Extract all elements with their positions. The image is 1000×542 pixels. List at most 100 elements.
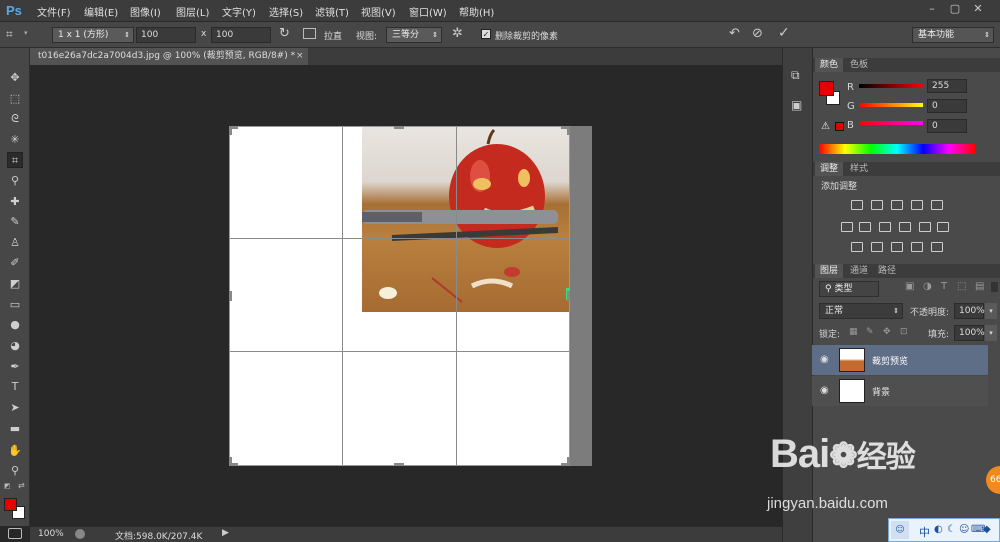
clear-rotate-icon[interactable]: ↻: [279, 26, 290, 41]
eyedropper-tool-icon[interactable]: ⚲: [7, 173, 23, 189]
layer-name[interactable]: 背景: [872, 385, 890, 398]
swap-colors-icon[interactable]: ⇄: [18, 481, 25, 490]
status-info-icon[interactable]: [75, 529, 85, 539]
crop-tool-icon[interactable]: ⌗: [6, 27, 13, 42]
maximize-button[interactable]: ▢: [947, 2, 963, 16]
zoom-level[interactable]: 100%: [38, 529, 64, 539]
lasso-tool-icon[interactable]: ᘓ: [7, 111, 23, 127]
delete-cropped-checkbox[interactable]: ✓: [481, 29, 491, 39]
tab-layers[interactable]: 图层: [815, 264, 844, 278]
marquee-tool-icon[interactable]: ⬚: [7, 91, 23, 107]
tool-preset-chevron-icon[interactable]: ▾: [24, 29, 28, 37]
blur-tool-icon[interactable]: ●: [7, 317, 23, 333]
ime-emoji-icon[interactable]: ☺: [959, 524, 969, 535]
tab-color[interactable]: 颜色: [815, 58, 844, 72]
channel-mixer-adjust-icon[interactable]: [919, 222, 931, 232]
straighten-icon[interactable]: [303, 28, 316, 39]
levels-adjust-icon[interactable]: [871, 200, 883, 210]
delete-cropped-label[interactable]: 删除裁剪的像素: [495, 29, 558, 42]
channel-g-slider[interactable]: [859, 103, 923, 107]
blend-mode-select[interactable]: 正常 ⇕: [819, 303, 903, 319]
vibrance-adjust-icon[interactable]: [931, 200, 943, 210]
lock-transparent-icon[interactable]: ▦: [849, 327, 858, 337]
reset-icon[interactable]: ↶: [729, 26, 740, 41]
menu-file[interactable]: 文件(F): [37, 4, 71, 19]
color-lookup-adjust-icon[interactable]: [937, 222, 949, 232]
menu-view[interactable]: 视图(V): [361, 4, 396, 19]
exposure-adjust-icon[interactable]: [911, 200, 923, 210]
layer-row-background[interactable]: ◉ 背景: [812, 376, 988, 406]
gradient-tool-icon[interactable]: ▭: [7, 297, 23, 313]
straighten-label[interactable]: 拉直: [324, 29, 342, 42]
width-field[interactable]: 100: [136, 27, 196, 43]
opacity-dropdown-icon[interactable]: ▾: [985, 303, 997, 319]
tab-styles[interactable]: 样式: [845, 162, 873, 176]
fill-field[interactable]: 100%: [954, 325, 985, 341]
black-white-adjust-icon[interactable]: [879, 222, 891, 232]
filter-toggle[interactable]: [991, 282, 998, 292]
cancel-crop-icon[interactable]: ⊘: [752, 26, 763, 41]
pen-tool-icon[interactable]: ✒: [7, 359, 23, 375]
tab-paths[interactable]: 路径: [873, 264, 901, 278]
layer-row-crop-preview[interactable]: ◉ 裁剪预览: [812, 345, 988, 375]
ratio-select[interactable]: 1 x 1 (方形) ⇕: [52, 27, 134, 43]
ime-mode[interactable]: 中: [919, 524, 930, 540]
posterize-adjust-icon[interactable]: [871, 242, 883, 252]
menu-filter[interactable]: 滤镜(T): [315, 4, 349, 19]
lock-position-icon[interactable]: ✥: [883, 327, 891, 337]
fill-dropdown-icon[interactable]: ▾: [985, 325, 997, 341]
default-colors-icon[interactable]: ◩: [4, 482, 11, 490]
curves-adjust-icon[interactable]: [891, 200, 903, 210]
layer-name[interactable]: 裁剪预览: [872, 354, 908, 367]
history-panel-icon[interactable]: ⧉: [791, 68, 800, 83]
gamut-warning-icon[interactable]: ⚠: [821, 121, 830, 132]
height-field[interactable]: 100: [211, 27, 271, 43]
channel-b-value[interactable]: 0: [927, 119, 967, 133]
ime-half-width-icon[interactable]: ◐: [934, 524, 943, 535]
menu-help[interactable]: 帮助(H): [459, 4, 494, 19]
menu-edit[interactable]: 编辑(E): [84, 4, 118, 19]
channel-r-slider[interactable]: [859, 84, 923, 88]
menu-layer[interactable]: 图层(L): [176, 4, 209, 19]
filter-smart-icon[interactable]: ▤: [975, 281, 984, 292]
eye-visibility-icon[interactable]: ◉: [820, 385, 829, 396]
threshold-adjust-icon[interactable]: [891, 242, 903, 252]
magic-wand-tool-icon[interactable]: ✳: [7, 132, 23, 148]
foreground-color-swatch[interactable]: [4, 498, 17, 511]
healing-brush-tool-icon[interactable]: ✚: [7, 194, 23, 210]
brush-tool-icon[interactable]: ✎: [7, 214, 23, 230]
brightness-adjust-icon[interactable]: [851, 200, 863, 210]
zoom-tool-icon[interactable]: ⚲: [7, 463, 23, 479]
opacity-field[interactable]: 100%: [954, 303, 985, 319]
ime-punct-icon[interactable]: ☾: [947, 524, 956, 535]
properties-panel-icon[interactable]: ▣: [791, 98, 802, 112]
ime-logo-icon[interactable]: ☺: [891, 521, 909, 539]
workspace-select[interactable]: 基本功能 ⇕: [912, 27, 994, 43]
gradient-map-adjust-icon[interactable]: [931, 242, 943, 252]
menu-window[interactable]: 窗口(W): [409, 4, 447, 19]
history-brush-tool-icon[interactable]: ✐: [7, 255, 23, 271]
hand-tool-icon[interactable]: ✋: [7, 443, 23, 459]
dodge-tool-icon[interactable]: ◕: [7, 338, 23, 354]
status-menu-arrow-icon[interactable]: ▶: [222, 528, 229, 538]
selective-color-adjust-icon[interactable]: [911, 242, 923, 252]
filter-shape-icon[interactable]: ⬚: [957, 281, 966, 292]
clone-stamp-tool-icon[interactable]: ♙: [7, 235, 23, 251]
layer-filter-select[interactable]: ⚲ 类型: [819, 281, 879, 297]
move-tool-icon[interactable]: ✥: [7, 70, 23, 86]
document-tab[interactable]: t016e26a7dc2a7004d3.jpg @ 100% (裁剪预览, RG…: [30, 48, 308, 65]
menu-select[interactable]: 选择(S): [269, 4, 303, 19]
crop-tool-icon[interactable]: ⌗: [7, 152, 23, 168]
lock-pixels-icon[interactable]: ✎: [866, 327, 874, 337]
channel-r-value[interactable]: 255: [927, 79, 967, 93]
tab-adjustments[interactable]: 调整: [815, 162, 844, 176]
filter-type-icon[interactable]: T: [941, 281, 947, 292]
eraser-tool-icon[interactable]: ◩: [7, 276, 23, 292]
photo-filter-adjust-icon[interactable]: [899, 222, 911, 232]
type-tool-icon[interactable]: T: [7, 379, 23, 395]
color-spectrum-bar[interactable]: [819, 144, 975, 154]
path-selection-tool-icon[interactable]: ➤: [7, 400, 23, 416]
hue-adjust-icon[interactable]: [841, 222, 853, 232]
lock-all-icon[interactable]: ⊡: [900, 327, 908, 337]
channel-g-value[interactable]: 0: [927, 99, 967, 113]
